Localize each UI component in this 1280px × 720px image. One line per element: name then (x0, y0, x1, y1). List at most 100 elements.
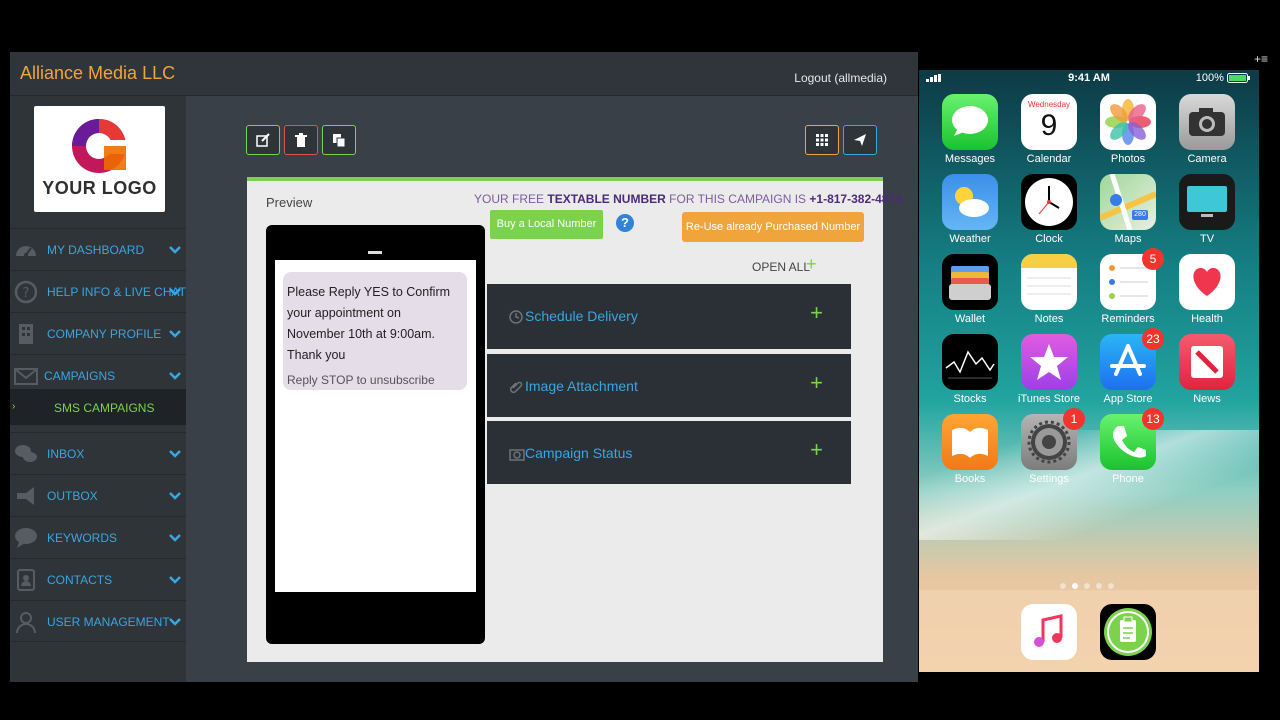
grid-view-button[interactable] (805, 125, 839, 155)
dashboard-icon (16, 246, 36, 257)
chevron-down-icon (169, 330, 181, 338)
sidebar-item-inbox[interactable]: INBOX (10, 432, 186, 474)
app-stocks[interactable]: Stocks (940, 334, 1000, 414)
app-settings[interactable]: 1 Settings (1019, 408, 1085, 494)
chevron-down-icon (169, 534, 181, 542)
app-label: Health (1191, 313, 1223, 325)
app-messages[interactable]: Messages (940, 94, 1000, 174)
app-calendar[interactable]: Wednesday 9 Calendar (1019, 94, 1079, 174)
free-prefix: YOUR FREE (474, 192, 545, 206)
app-weather[interactable]: Weather (940, 174, 1000, 254)
app-label: News (1193, 393, 1221, 405)
campaign-phone-number: +1-817-382-4874 (809, 192, 902, 206)
stocks-icon (942, 334, 998, 390)
help-icon[interactable]: ? (616, 214, 634, 232)
svg-text:?: ? (23, 286, 30, 301)
sidebar-item-label: INBOX (47, 447, 85, 461)
app-books[interactable]: Books (940, 414, 1000, 494)
app-clipboard[interactable] (1098, 604, 1158, 660)
calendar-icon: Wednesday 9 (1021, 94, 1077, 150)
phone-speaker (368, 251, 382, 254)
calendar-day: 9 (1040, 109, 1058, 142)
envelope-icon (14, 368, 38, 385)
app-music[interactable] (1019, 604, 1079, 660)
app-label: Camera (1187, 153, 1227, 165)
edit-button[interactable] (246, 125, 280, 155)
chevron-down-icon (169, 450, 181, 458)
clock-icon (509, 310, 523, 324)
app-itunes-store[interactable]: iTunes Store (1018, 334, 1080, 414)
app-label: Messages (944, 153, 996, 165)
copy-button[interactable] (322, 125, 356, 155)
app-news[interactable]: News (1177, 334, 1237, 414)
app-tv[interactable]: TV (1177, 174, 1237, 254)
expand-icon[interactable]: +≡ (1254, 52, 1268, 66)
app-label: Books (954, 473, 986, 485)
maps-icon: 280 (1100, 174, 1156, 230)
reuse-number-button[interactable]: Re-Use already Purchased Number (682, 212, 864, 242)
page-indicator[interactable] (1057, 576, 1121, 589)
accordion-title: Campaign Status (525, 445, 633, 461)
itunes-store-icon (1021, 334, 1077, 390)
sidebar-subitem-sms-campaigns[interactable]: › SMS CAMPAIGNS (10, 389, 186, 425)
music-icon (1021, 604, 1077, 660)
page-dot (1060, 583, 1066, 589)
unsubscribe-text: Reply STOP to unsubscribe (287, 373, 435, 387)
sidebar-item-outbox[interactable]: OUTBOX (10, 474, 186, 516)
message-bubble: Please Reply YES to Confirm your appoint… (283, 272, 467, 390)
contact-card-icon (17, 569, 35, 591)
sidebar-item-company-profile[interactable]: COMPANY PROFILE (10, 312, 186, 354)
delete-button[interactable] (284, 125, 318, 155)
app-notes[interactable]: Notes (1019, 254, 1079, 334)
open-all-link[interactable]: OPEN ALL + (752, 254, 817, 274)
free-middle: FOR THIS CAMPAIGN IS (669, 192, 807, 206)
megaphone-icon (17, 487, 34, 505)
app-maps[interactable]: 280 Maps (1098, 174, 1158, 254)
sidebar-item-label: CAMPAIGNS (44, 369, 116, 383)
page-dot (1096, 583, 1102, 589)
buy-local-number-button[interactable]: Buy a Local Number (490, 210, 603, 239)
app-label: Maps (1114, 233, 1142, 245)
app-camera[interactable]: Camera (1177, 94, 1237, 174)
copy-icon (333, 134, 346, 147)
accordion-image-attachment[interactable]: Image Attachment + (487, 352, 851, 417)
app-clock[interactable]: Clock (1019, 174, 1079, 254)
app-reminders[interactable]: 5 Reminders (1098, 248, 1164, 334)
grid-icon (816, 134, 828, 146)
phone-screen: Please Reply YES to Confirm your appoint… (275, 260, 476, 592)
app-label: Reminders (1101, 313, 1155, 325)
send-button[interactable] (843, 125, 877, 155)
battery-icon (1227, 73, 1250, 84)
logout-link[interactable]: Logout (allmedia) (794, 71, 887, 85)
sidebar: YOUR LOGO MY DASHBOARD ? HELP INFO & LIV… (10, 96, 186, 682)
app-label: Calendar (1026, 153, 1072, 165)
app-wallet[interactable]: Wallet (940, 254, 1000, 334)
sidebar-item-help[interactable]: ? HELP INFO & LIVE CHAT (10, 270, 186, 312)
sidebar-item-keywords[interactable]: KEYWORDS (10, 516, 186, 558)
accordion-schedule-delivery[interactable]: Schedule Delivery + (487, 284, 851, 349)
page-dot (1084, 583, 1090, 589)
app-phone[interactable]: 13 Phone (1098, 408, 1164, 494)
logo-mark-icon (72, 119, 126, 173)
plus-icon: + (806, 254, 817, 274)
notification-badge: 5 (1142, 248, 1164, 270)
sidebar-item-user-management[interactable]: USER MANAGEMENT (10, 600, 186, 642)
app-label: Clock (1035, 233, 1063, 245)
phone-preview: Please Reply YES to Confirm your appoint… (266, 225, 485, 644)
sub-item-arrow: › (12, 401, 16, 412)
app-photos[interactable]: Photos (1098, 94, 1158, 174)
app-app-store[interactable]: 23 App Store (1098, 328, 1164, 414)
app-label: Settings (1029, 473, 1069, 485)
accordion-campaign-status[interactable]: Campaign Status + (487, 419, 851, 484)
app-health[interactable]: Health (1177, 254, 1237, 334)
camera-icon (509, 449, 525, 461)
sidebar-item-label: CONTACTS (47, 573, 113, 587)
preview-label: Preview (266, 195, 313, 210)
help-circle-icon: ? (14, 280, 38, 304)
health-icon (1179, 254, 1235, 310)
sidebar-item-contacts[interactable]: CONTACTS (10, 558, 186, 600)
chat-bubbles-icon (15, 445, 37, 462)
notification-badge: 23 (1142, 328, 1164, 350)
sidebar-item-dashboard[interactable]: MY DASHBOARD (10, 228, 186, 270)
user-icon (16, 612, 36, 634)
